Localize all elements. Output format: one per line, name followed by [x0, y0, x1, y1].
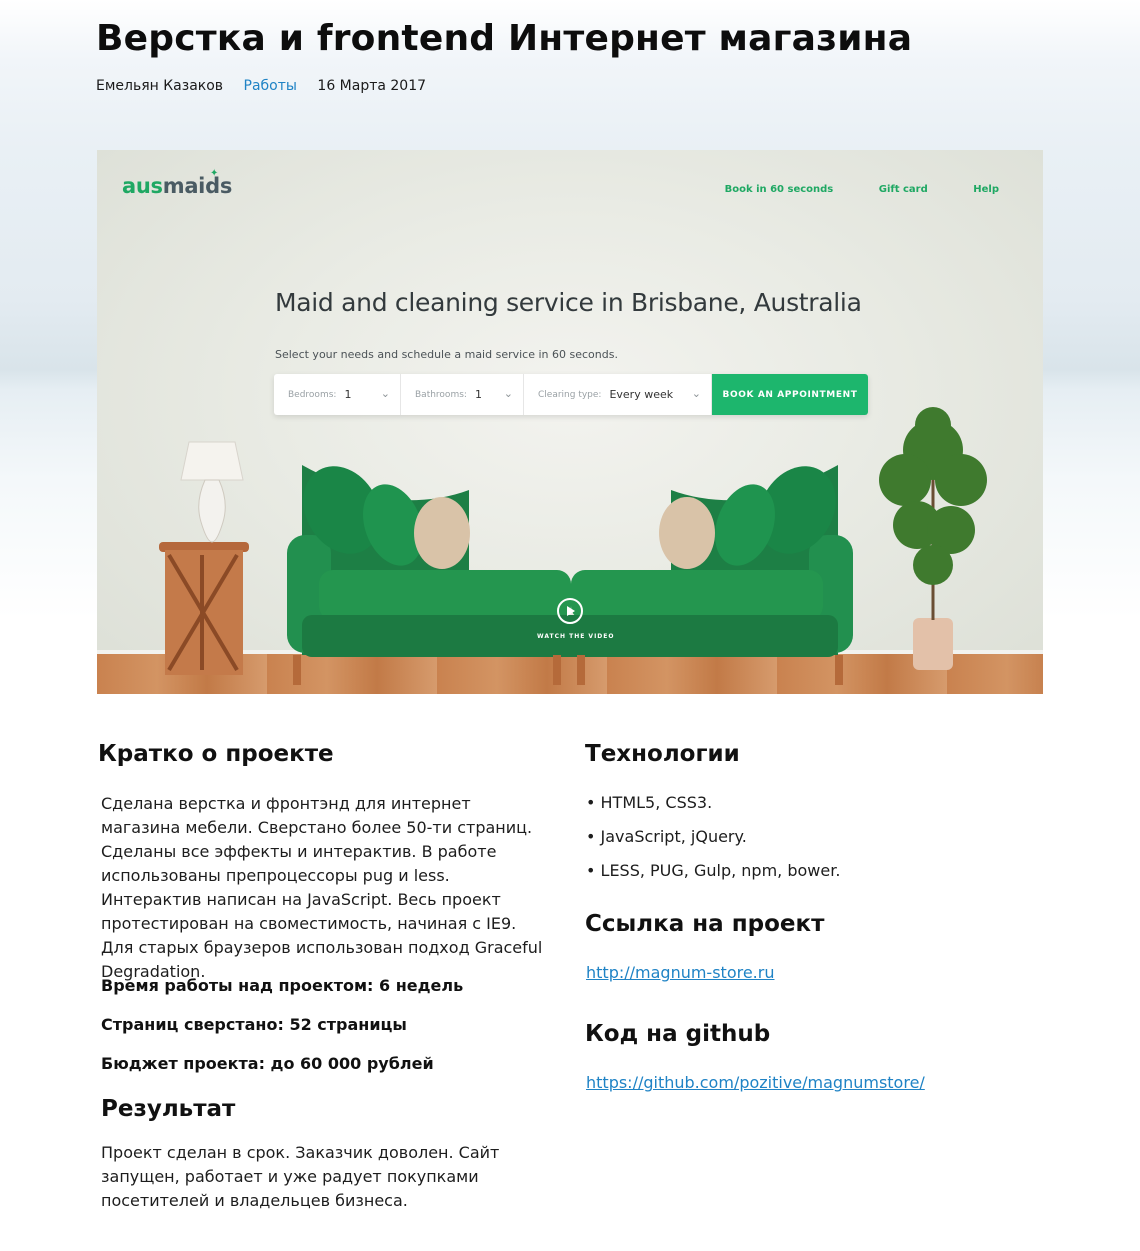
bathrooms-select[interactable]: Bathrooms: 1 ⌄ [401, 374, 524, 415]
bedrooms-select[interactable]: Bedrooms: 1 ⌄ [274, 374, 401, 415]
post-date: 16 Марта 2017 [317, 78, 427, 94]
sofa-leg [577, 655, 585, 685]
chevron-down-icon: ⌄ [691, 387, 701, 400]
sofa-leg [293, 655, 301, 685]
chevron-down-icon: ⌄ [380, 387, 390, 400]
bedrooms-value: 1 [344, 388, 352, 401]
project-budget: Бюджет проекта: до 60 000 рублей [101, 1054, 434, 1073]
result-text: Проект сделан в срок. Заказчик доволен. … [101, 1143, 500, 1210]
book-appointment-button[interactable]: BOOK AN APPOINTMENT [712, 374, 868, 415]
project-screenshot: ausmaids ✦ Book in 60 seconds Gift card … [97, 150, 1043, 694]
tech-heading: Технологии [585, 741, 740, 767]
play-video-button[interactable] [557, 598, 583, 624]
post-meta: Емельян Казаков Работы 16 Марта 2017 [96, 78, 442, 94]
cushion-beige-left [414, 497, 470, 569]
nav-gift-card-link[interactable]: Gift card [879, 184, 928, 195]
nav-help-link[interactable]: Help [973, 184, 999, 195]
clearing-type-value: Every week [609, 388, 674, 401]
nav-book-link[interactable]: Book in 60 seconds [725, 184, 834, 195]
about-description: Сделана верстка и фронтэнд для интернет … [101, 794, 543, 981]
tech-item: • HTML5, CSS3. [586, 793, 713, 812]
lamp-base [198, 479, 226, 543]
sofa-leg [553, 655, 561, 685]
github-heading: Код на github [585, 1021, 771, 1047]
clearing-type-label: Clearing type: [538, 389, 602, 400]
result-heading: Результат [101, 1096, 236, 1122]
pages-count: Страниц сверстано: 52 страницы [101, 1015, 407, 1034]
ausmaids-logo[interactable]: ausmaids ✦ [122, 168, 232, 198]
post-title: Верстка и frontend Интернет магазина [96, 18, 913, 59]
sofa-leg [835, 655, 843, 685]
tech-item: • LESS, PUG, Gulp, npm, bower. [586, 861, 841, 880]
play-icon [567, 606, 575, 616]
about-heading: Кратко о проекте [98, 741, 334, 767]
github-url-link[interactable]: https://github.com/pozitive/magnumstore/ [586, 1073, 925, 1092]
project-link-heading: Ссылка на проект [585, 911, 825, 937]
tech-item: • JavaScript, jQuery. [586, 827, 747, 846]
watch-video-label: WATCH THE VIDEO [537, 633, 615, 640]
hero-nav: Book in 60 seconds Gift card Help [683, 184, 999, 195]
sofa-seat-left [319, 570, 571, 620]
bathrooms-value: 1 [474, 388, 482, 401]
post-category-link[interactable]: Работы [244, 78, 297, 94]
hero-subheadline: Select your needs and schedule a maid se… [275, 348, 618, 361]
chevron-down-icon: ⌄ [503, 387, 513, 400]
sofa-seat-right [571, 570, 823, 620]
plant-pot [913, 618, 953, 670]
cushion-beige-right [659, 497, 715, 569]
bedrooms-label: Bedrooms: [288, 389, 337, 400]
work-time: Время работы над проектом: 6 недель [101, 976, 464, 995]
hero-headline: Maid and cleaning service in Brisbane, A… [275, 288, 862, 317]
lamp-shade [180, 441, 244, 481]
bathrooms-label: Bathrooms: [415, 389, 467, 400]
post-author[interactable]: Емельян Казаков [96, 78, 223, 94]
sparkle-icon: ✦ [210, 168, 219, 179]
project-url-link[interactable]: http://magnum-store.ru [586, 963, 774, 982]
booking-form: Bedrooms: 1 ⌄ Bathrooms: 1 ⌄ Clearing ty… [274, 374, 868, 415]
clearing-type-select[interactable]: Clearing type: Every week ⌄ [524, 374, 712, 415]
